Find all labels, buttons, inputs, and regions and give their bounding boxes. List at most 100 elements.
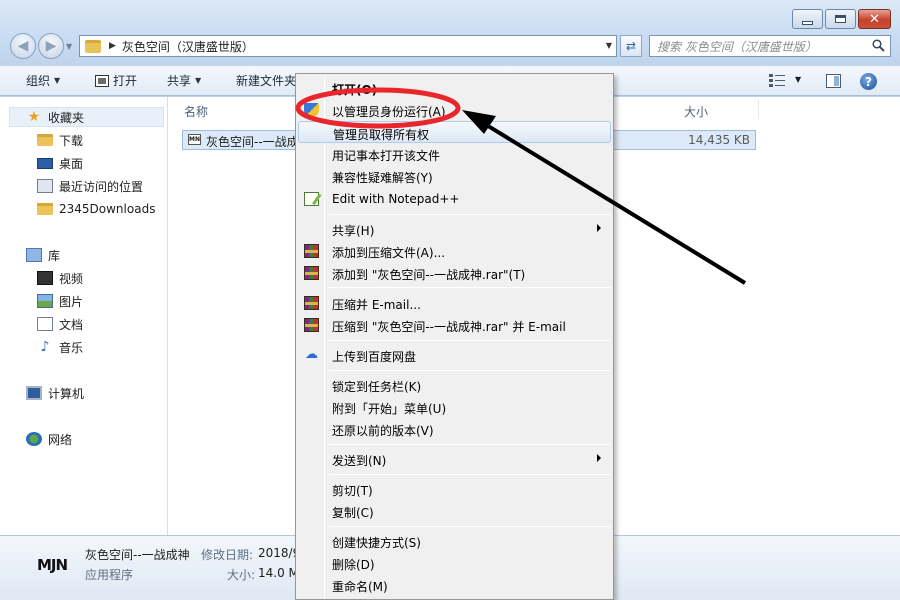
star-icon: ★: [27, 109, 41, 125]
menu-item-label: 以管理员身份运行(A): [332, 105, 446, 119]
details-filename: 灰色空间--一战成神: [85, 548, 190, 562]
menu-item-open[interactable]: 打开(O): [298, 77, 611, 99]
new-folder-button[interactable]: 新建文件夹: [236, 66, 296, 96]
file-name: 灰色空间--一战成: [206, 135, 299, 149]
nav-item-recent[interactable]: 最近访问的位置: [37, 176, 143, 196]
breadcrumb-current-folder[interactable]: 灰色空间（汉唐盛世版）: [122, 38, 254, 55]
menu-item-pin-start[interactable]: 附到「开始」菜单(U): [298, 396, 611, 418]
menu-item-run-as-admin[interactable]: 以管理员身份运行(A): [298, 99, 611, 121]
column-name-header[interactable]: 名称: [184, 103, 208, 120]
menu-item-restore-versions[interactable]: 还原以前的版本(V): [298, 418, 611, 440]
open-button[interactable]: 打开: [95, 66, 137, 96]
details-modified-label: 修改日期:: [201, 548, 254, 562]
file-size: 14,435 KB: [688, 133, 750, 147]
back-button[interactable]: ◀: [10, 33, 36, 59]
nav-label: 2345Downloads: [59, 202, 156, 216]
document-icon: [37, 317, 53, 331]
forward-button[interactable]: ▶: [38, 33, 64, 59]
nav-label: 库: [48, 248, 61, 263]
nav-item-downloads[interactable]: 下载: [37, 130, 83, 150]
nav-item-libraries[interactable]: 库: [26, 245, 60, 265]
nav-item-documents[interactable]: 文档: [37, 314, 83, 334]
downloads-folder-icon: [37, 134, 53, 146]
chevron-down-icon[interactable]: ▼: [606, 41, 612, 50]
menu-item-share[interactable]: 共享(H): [298, 218, 611, 240]
menu-item-label: 添加到 "灰色空间--一战成神.rar"(T): [332, 268, 526, 282]
menu-item-delete[interactable]: 删除(D): [298, 552, 611, 574]
breadcrumb-separator-icon[interactable]: ▶: [109, 41, 116, 51]
nav-label: 网络: [48, 432, 73, 447]
menu-item-compress-email[interactable]: 压缩并 E-mail...: [298, 292, 611, 314]
menu-item-label: 打开(O): [332, 83, 378, 97]
nav-item-computer[interactable]: 计算机: [26, 383, 84, 403]
address-bar[interactable]: ▶ 灰色空间（汉唐盛世版） ▼: [79, 35, 617, 57]
nav-item-network[interactable]: 网络: [26, 429, 72, 449]
nav-item-music[interactable]: ♪ 音乐: [37, 337, 83, 357]
organize-label: 组织: [26, 74, 51, 88]
menu-item-add-to-rar[interactable]: 添加到 "灰色空间--一战成神.rar"(T): [298, 262, 611, 284]
refresh-button[interactable]: ⇄: [620, 35, 642, 57]
app-logo-icon: MJN: [37, 556, 68, 574]
menu-item-cut[interactable]: 剪切(T): [298, 478, 611, 500]
nav-item-pictures[interactable]: 图片: [37, 291, 83, 311]
nav-item-videos[interactable]: 视频: [37, 268, 83, 288]
window-chrome: ✕ ◀ ▶ ▼ ▶ 灰色空间（汉唐盛世版） ▼ ⇄ 搜索 灰色空间（汉唐盛世版）: [0, 0, 900, 66]
nav-label: 计算机: [48, 386, 85, 401]
nav-label: 收藏夹: [48, 110, 85, 125]
menu-item-rename[interactable]: 重命名(M): [298, 574, 611, 596]
menu-separator: [329, 444, 611, 445]
close-button[interactable]: ✕: [858, 9, 891, 29]
chevron-down-icon: ▼: [195, 76, 202, 85]
help-icon[interactable]: ?: [860, 73, 877, 90]
preview-pane-icon[interactable]: [826, 74, 841, 88]
view-options-icon[interactable]: [769, 73, 785, 87]
menu-item-label: 添加到压缩文件(A)...: [332, 246, 446, 260]
open-app-icon: [95, 74, 109, 87]
maximize-button[interactable]: [825, 9, 856, 29]
folder-icon: [85, 39, 101, 53]
nav-item-favorites[interactable]: ★ 收藏夹: [26, 107, 84, 127]
details-size-value: 14.0 M: [258, 566, 299, 580]
menu-item-add-to-archive[interactable]: 添加到压缩文件(A)...: [298, 240, 611, 262]
view-chevron-down-icon[interactable]: ▼: [795, 75, 801, 84]
menu-item-pin-taskbar[interactable]: 锁定到任务栏(K): [298, 374, 611, 396]
menu-item-send-to[interactable]: 发送到(N): [298, 448, 611, 470]
nav-item-2345downloads[interactable]: 2345Downloads: [37, 199, 155, 219]
folder-icon: [37, 203, 53, 215]
menu-item-compress-to-rar-email[interactable]: 压缩到 "灰色空间--一战成神.rar" 并 E-mail: [298, 314, 611, 336]
menu-item-label: 重命名(M): [332, 580, 388, 594]
maximize-icon: [835, 15, 846, 23]
column-divider[interactable]: [758, 99, 759, 119]
share-button[interactable]: 共享 ▼: [167, 66, 201, 96]
menu-item-create-shortcut[interactable]: 创建快捷方式(S): [298, 530, 611, 552]
menu-separator: [329, 214, 611, 215]
nav-item-desktop[interactable]: 桌面: [37, 153, 83, 173]
menu-item-copy[interactable]: 复制(C): [298, 500, 611, 522]
close-icon: ✕: [869, 11, 880, 27]
video-icon: [37, 271, 53, 285]
minimize-icon: [802, 20, 813, 25]
menu-item-take-ownership[interactable]: 管理员取得所有权: [298, 121, 611, 143]
menu-item-edit-notepadpp[interactable]: Edit with Notepad++: [298, 188, 611, 210]
menu-item-troubleshoot-compat[interactable]: 兼容性疑难解答(Y): [298, 165, 611, 187]
recent-pages-dropdown[interactable]: ▼: [66, 42, 72, 51]
menu-item-upload-baidu[interactable]: ☁ 上传到百度网盘: [298, 344, 611, 366]
menu-separator: [329, 287, 611, 288]
column-size-header[interactable]: 大小: [684, 103, 708, 120]
menu-item-open-with-notepad[interactable]: 用记事本打开该文件: [298, 143, 611, 165]
nav-label: 桌面: [59, 156, 84, 171]
organize-button[interactable]: 组织 ▼: [26, 66, 60, 96]
menu-item-label: 用记事本打开该文件: [332, 149, 441, 163]
winrar-icon: [304, 266, 319, 280]
menu-item-label: 锁定到任务栏(K): [332, 380, 422, 394]
search-icon[interactable]: [872, 39, 885, 52]
details-size-label: 大小:: [227, 568, 256, 582]
menu-item-label: 共享(H): [332, 224, 375, 238]
minimize-button[interactable]: [792, 9, 823, 29]
new-folder-label: 新建文件夹: [236, 74, 297, 88]
shield-icon: [304, 103, 319, 117]
search-input[interactable]: 搜索 灰色空间（汉唐盛世版）: [649, 35, 891, 57]
search-placeholder: 搜索 灰色空间（汉唐盛世版）: [657, 39, 817, 54]
menu-item-label: 管理员取得所有权: [333, 128, 430, 142]
nav-label: 下载: [59, 133, 84, 148]
